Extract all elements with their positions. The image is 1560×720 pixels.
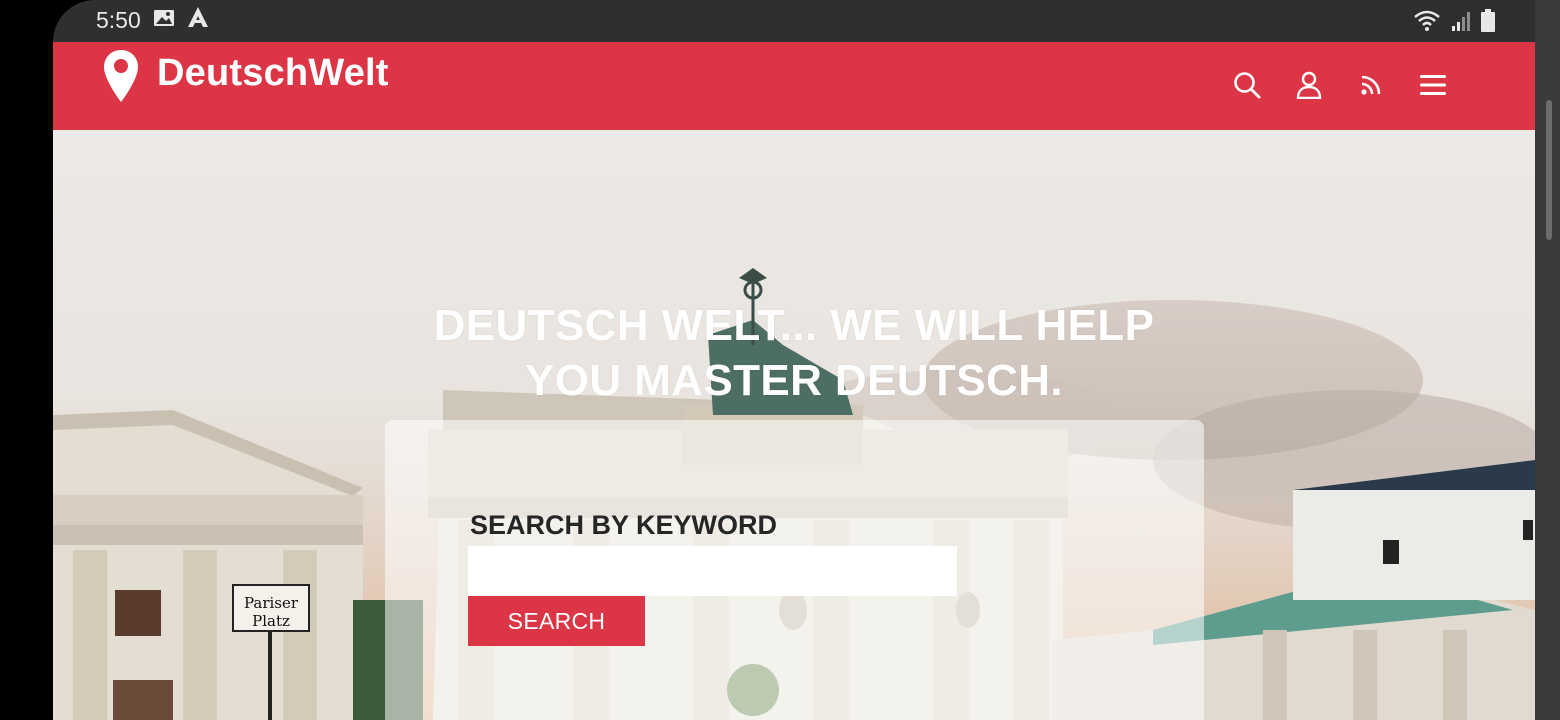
sign-text-line2: Platz — [252, 612, 290, 630]
hero-title: DEUTSCH WELT... WE WILL HELP YOU MASTER … — [433, 301, 1155, 405]
hero-section: Pariser Platz DEUTSCH WELT... WE WILL HE… — [53, 130, 1535, 720]
app-actions — [1233, 68, 1447, 102]
scrollbar[interactable] — [1546, 100, 1552, 240]
app-bar: DeutschWelt — [53, 42, 1535, 130]
status-right — [1413, 9, 1495, 38]
search-icon[interactable] — [1233, 68, 1261, 102]
menu-icon[interactable] — [1419, 68, 1447, 102]
brand[interactable]: DeutschWelt — [103, 48, 389, 109]
search-label: SEARCH BY KEYWORD — [470, 510, 778, 540]
status-left: 5:50 — [96, 6, 209, 34]
rss-icon[interactable] — [1357, 68, 1385, 102]
status-bar: 5:50 — [53, 0, 1535, 42]
sign-text-line1: Pariser — [244, 594, 299, 612]
battery-icon — [1481, 9, 1495, 38]
brand-name: DeutschWelt — [157, 52, 389, 94]
keyword-search-input[interactable] — [468, 546, 957, 596]
user-icon[interactable] — [1295, 68, 1323, 102]
search-card: SEARCH BY KEYWORD SEARCH — [385, 420, 1204, 720]
wifi-icon — [1413, 10, 1441, 37]
status-time: 5:50 — [96, 6, 141, 33]
location-pin-icon — [103, 48, 139, 109]
signal-icon — [1451, 10, 1471, 37]
search-button[interactable]: SEARCH — [468, 596, 645, 646]
a-notification-icon — [187, 6, 209, 34]
image-icon — [153, 7, 175, 34]
